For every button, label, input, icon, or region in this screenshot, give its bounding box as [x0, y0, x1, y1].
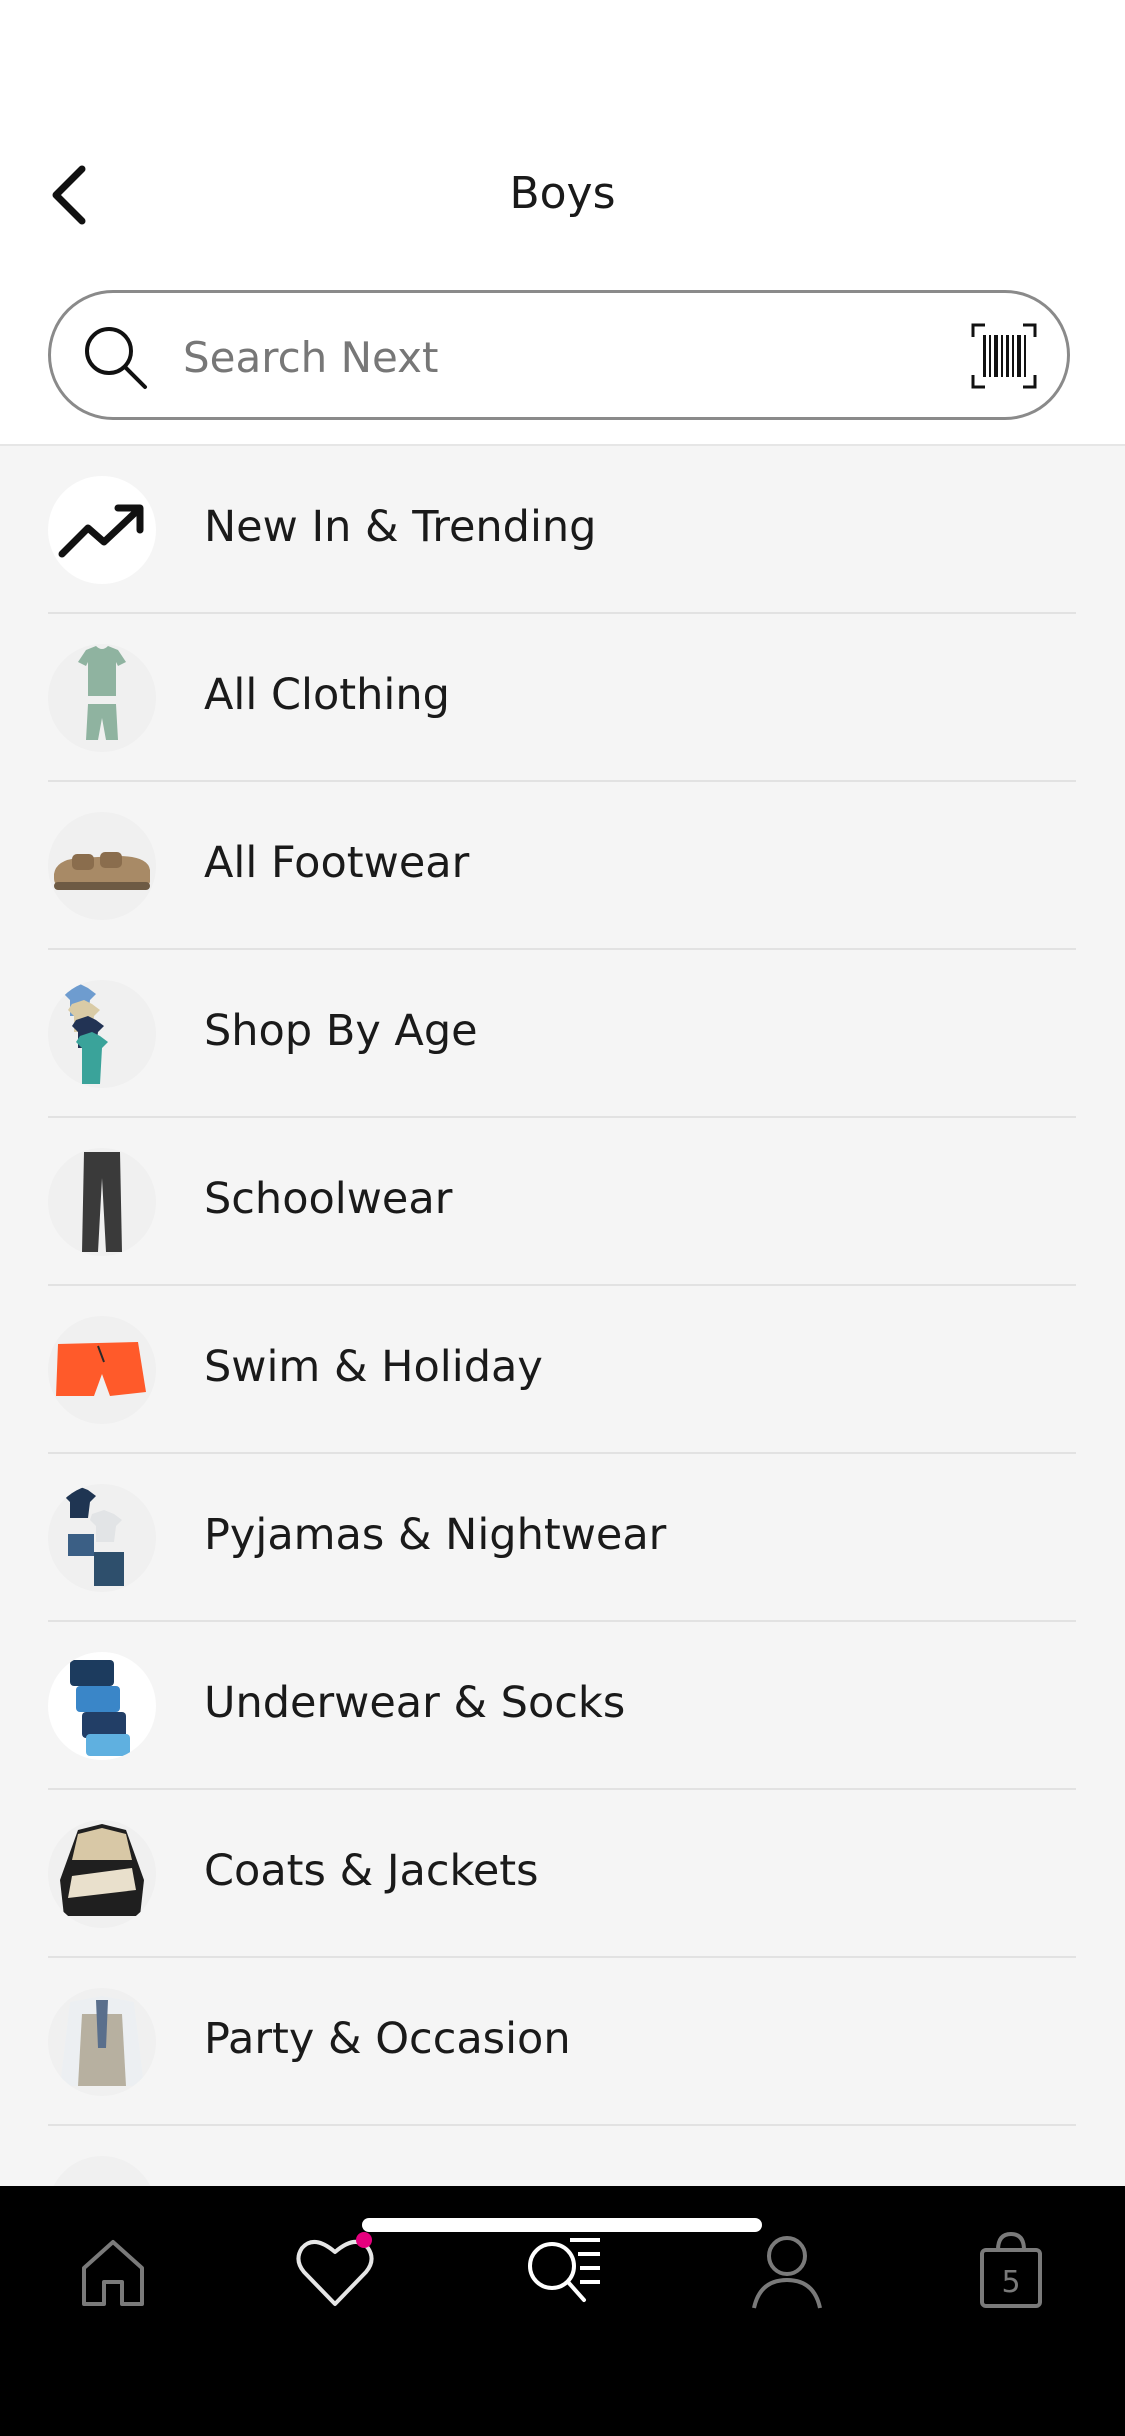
category-label: Underwear & Socks	[204, 1678, 626, 1728]
notification-dot	[356, 2232, 372, 2248]
barcode-scanner-icon[interactable]	[971, 323, 1037, 389]
age-thumbnail	[48, 980, 156, 1088]
search-menu-icon	[528, 2238, 600, 2302]
category-label: New In & Trending	[204, 502, 597, 552]
category-label: Shop By Age	[204, 1006, 478, 1056]
schoolwear-thumbnail	[48, 1148, 156, 1256]
category-schoolwear[interactable]: Schoolwear	[48, 1118, 1076, 1286]
search-bar[interactable]	[48, 290, 1070, 420]
category-all-clothing[interactable]: All Clothing	[48, 614, 1076, 782]
category-label: All Footwear	[204, 838, 470, 888]
category-list: New In & Trending All Clothing All Footw…	[0, 446, 1125, 2294]
category-label: Coats & Jackets	[204, 1846, 539, 1896]
heart-icon	[296, 2232, 374, 2306]
search-icon	[85, 327, 147, 389]
person-icon	[752, 2236, 822, 2309]
category-label: Swim & Holiday	[204, 1342, 543, 1392]
party-thumbnail	[48, 1988, 156, 2096]
footwear-thumbnail	[48, 812, 156, 920]
category-label: Party & Occasion	[204, 2014, 571, 2064]
home-icon	[82, 2240, 144, 2306]
category-party-occasion[interactable]: Party & Occasion	[48, 1958, 1076, 2126]
trending-icon	[48, 476, 156, 584]
category-underwear-socks[interactable]: Underwear & Socks	[48, 1622, 1076, 1790]
pyjamas-thumbnail	[48, 1484, 156, 1592]
category-shop-by-age[interactable]: Shop By Age	[48, 950, 1076, 1118]
bag-count: 5	[1001, 2265, 1020, 2300]
top-bar: Boys	[0, 0, 1125, 446]
tab-home[interactable]	[68, 2226, 158, 2316]
tab-account[interactable]	[742, 2226, 832, 2316]
category-new-in-trending[interactable]: New In & Trending	[48, 446, 1076, 614]
search-input[interactable]	[181, 321, 1005, 393]
category-label: Pyjamas & Nightwear	[204, 1510, 667, 1560]
category-swim-holiday[interactable]: Swim & Holiday	[48, 1286, 1076, 1454]
swim-thumbnail	[48, 1316, 156, 1424]
category-all-footwear[interactable]: All Footwear	[48, 782, 1076, 950]
coats-thumbnail	[48, 1820, 156, 1928]
tab-bag[interactable]: 5	[966, 2226, 1056, 2316]
page-title: Boys	[509, 168, 616, 219]
clothing-thumbnail	[48, 644, 156, 752]
tab-shop[interactable]	[518, 2226, 608, 2316]
bag-icon: 5	[980, 2231, 1042, 2308]
underwear-thumbnail	[48, 1652, 156, 1760]
category-label: Schoolwear	[204, 1174, 453, 1224]
category-coats-jackets[interactable]: Coats & Jackets	[48, 1790, 1076, 1958]
home-indicator[interactable]	[362, 2218, 762, 2232]
category-label: All Clothing	[204, 670, 450, 720]
category-pyjamas-nightwear[interactable]: Pyjamas & Nightwear	[48, 1454, 1076, 1622]
tab-favourites[interactable]	[290, 2226, 380, 2316]
